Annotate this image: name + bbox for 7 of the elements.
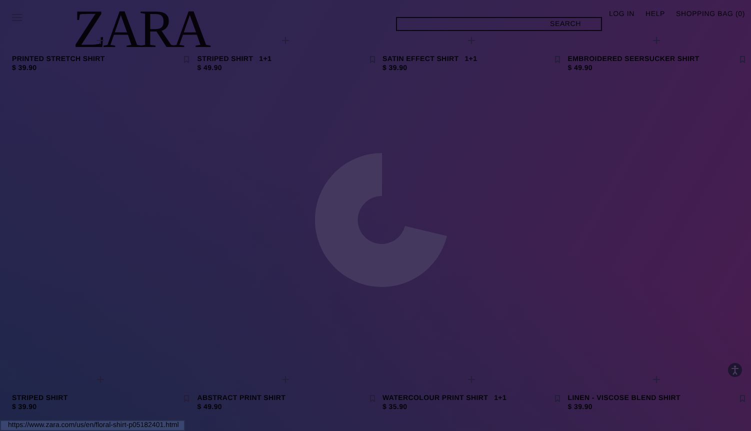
loading-spinner-icon <box>315 153 447 287</box>
bookmark-icon[interactable] <box>740 395 745 402</box>
add-icon[interactable] <box>652 37 660 44</box>
add-icon[interactable] <box>652 376 660 383</box>
bookmark-icon[interactable] <box>740 56 745 63</box>
logo[interactable]: ZARA <box>73 8 212 50</box>
accessibility-icon[interactable] <box>728 363 742 377</box>
